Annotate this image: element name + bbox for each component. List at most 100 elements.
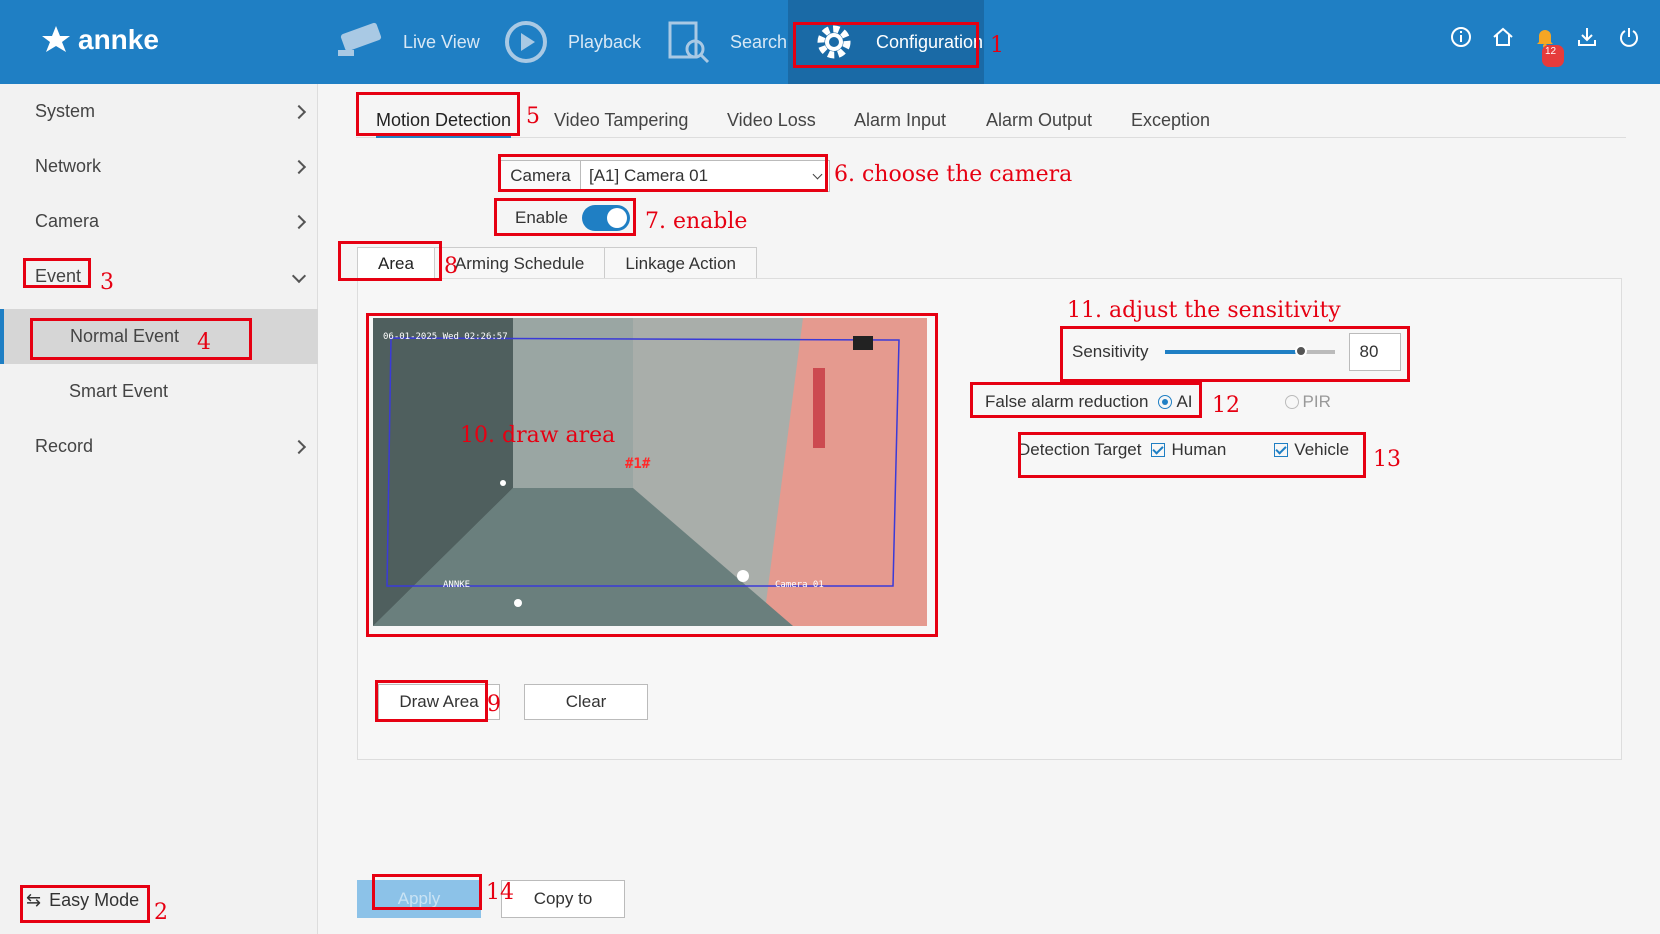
annotation-step-9: 9: [487, 692, 501, 717]
radio-selected-icon: [1158, 395, 1173, 409]
notification-badge: 12: [1542, 45, 1564, 67]
easy-mode-label: Easy Mode: [49, 890, 140, 910]
camera-select-value: [A1] Camera 01: [589, 166, 709, 185]
search-doc-icon: [660, 14, 716, 70]
header-actions: 12: [1450, 26, 1640, 67]
annotation-step-13: 13: [1373, 447, 1401, 472]
sidebar-item-normal-event[interactable]: Normal Event: [0, 309, 318, 364]
camera-preview[interactable]: 06-01-2025 Wed 02:26:57 ANNKE Camera 01 …: [373, 318, 927, 626]
apply-button[interactable]: Apply: [357, 880, 481, 918]
clear-button[interactable]: Clear: [524, 684, 648, 720]
sidebar-item-smart-event[interactable]: Smart Event: [0, 364, 318, 419]
chevron-down-icon: [812, 169, 823, 180]
option-ai-label: AI: [1176, 392, 1193, 411]
sidebar-item-record[interactable]: Record: [0, 419, 318, 474]
nav-playback[interactable]: Playback: [498, 0, 641, 84]
event-tabs: Motion Detection Video Tampering Video L…: [356, 104, 1626, 138]
detection-subtabs: Area Arming Schedule Linkage Action: [357, 247, 757, 279]
annke-logo-icon: [42, 26, 70, 52]
camera-select[interactable]: [A1] Camera 01: [580, 160, 830, 192]
sidebar: System Network Camera Event Normal Event…: [0, 84, 318, 934]
checkbox-human-label: Human: [1171, 440, 1227, 459]
subtab-linkage-action[interactable]: Linkage Action: [604, 247, 757, 279]
checkbox-vehicle[interactable]: Vehicle: [1274, 440, 1349, 460]
subtab-arming-schedule[interactable]: Arming Schedule: [433, 247, 606, 279]
sidebar-item-system[interactable]: System: [0, 84, 318, 139]
osd-brand: ANNKE: [443, 580, 471, 590]
nav-live-view[interactable]: Live View: [333, 0, 480, 84]
chevron-right-icon: [291, 104, 307, 119]
sidebar-item-network[interactable]: Network: [0, 139, 318, 194]
enable-row: Enable: [515, 205, 630, 231]
sensitivity-row: Sensitivity 80: [1072, 333, 1401, 371]
home-icon[interactable]: [1492, 26, 1514, 48]
sensitivity-slider[interactable]: [1164, 345, 1335, 357]
annotation-step-6: 6. choose the camera: [834, 162, 1073, 187]
sidebar-item-event[interactable]: Event: [0, 249, 318, 304]
nav-search[interactable]: Search: [660, 0, 787, 84]
info-icon[interactable]: [1450, 26, 1472, 48]
nav-configuration[interactable]: Configuration: [788, 0, 984, 84]
false-alarm-label: False alarm reduction: [985, 392, 1149, 411]
sidebar-item-label: Normal Event: [70, 326, 180, 346]
area-label: #1#: [625, 456, 651, 472]
annotation-step-7: 7. enable: [645, 209, 748, 234]
tab-alarm-input[interactable]: Alarm Input: [854, 110, 946, 131]
enable-toggle[interactable]: [581, 205, 630, 231]
easy-mode-button[interactable]: ⇆ Easy Mode: [26, 890, 139, 911]
sidebar-item-label: Network: [35, 156, 102, 176]
annotation-step-3: 3: [100, 270, 114, 295]
brand-name: annke: [78, 24, 159, 55]
annotation-step-1: 1: [990, 33, 1004, 58]
swap-icon: ⇆: [26, 890, 42, 910]
annotation-step-4: 4: [197, 330, 211, 355]
radio-unselected-icon: [1284, 395, 1299, 409]
checkbox-human[interactable]: Human: [1151, 440, 1226, 460]
detection-target-row: Detection Target Human Vehicle: [1018, 440, 1349, 460]
sidebar-item-label: Camera: [35, 211, 100, 231]
chevron-right-icon: [291, 159, 307, 174]
copy-to-button[interactable]: Copy to: [501, 880, 625, 918]
sidebar-item-camera[interactable]: Camera: [0, 194, 318, 249]
nav-configuration-label: Configuration: [876, 31, 984, 52]
osd-timestamp: 06-01-2025 Wed 02:26:57: [383, 332, 508, 342]
checkbox-checked-icon: [1274, 443, 1289, 457]
camera-row: Camera [A1] Camera 01: [500, 160, 830, 192]
annotation-step-8: 8: [444, 254, 458, 279]
tab-video-tampering[interactable]: Video Tampering: [554, 110, 688, 131]
chevron-right-icon: [291, 214, 307, 229]
sensitivity-label: Sensitivity: [1072, 342, 1149, 361]
annotation-step-14: 14: [486, 880, 514, 905]
play-icon: [498, 14, 554, 70]
tab-motion-detection[interactable]: Motion Detection: [376, 110, 512, 138]
checkbox-checked-icon: [1151, 443, 1166, 457]
chevron-down-icon: [291, 268, 307, 284]
subtab-area[interactable]: Area: [357, 247, 435, 279]
annotation-step-5: 5: [526, 104, 540, 129]
download-icon[interactable]: [1576, 26, 1598, 48]
bell-icon[interactable]: 12: [1534, 26, 1564, 67]
camera-icon: [333, 14, 389, 70]
sidebar-item-label: Smart Event: [69, 381, 169, 401]
sensitivity-handle[interactable]: [1294, 345, 1307, 357]
draw-area-button[interactable]: Draw Area: [378, 684, 500, 720]
osd-camera-name: Camera 01: [775, 580, 824, 590]
option-pir-label: PIR: [1302, 392, 1331, 411]
false-alarm-row: False alarm reduction AI PIR: [985, 392, 1331, 412]
brand-logo: annke: [38, 22, 159, 58]
gear-icon: [806, 14, 862, 70]
top-bar: annke Live View Playback Search Configur…: [0, 0, 1660, 84]
option-pir[interactable]: PIR: [1284, 392, 1331, 412]
camera-label: Camera: [500, 160, 580, 192]
nav-search-label: Search: [730, 31, 788, 52]
sidebar-item-label: Event: [35, 266, 82, 286]
tab-video-loss[interactable]: Video Loss: [727, 110, 816, 131]
sensitivity-value-input[interactable]: 80: [1348, 333, 1401, 371]
tab-exception[interactable]: Exception: [1131, 110, 1210, 131]
power-icon[interactable]: [1618, 26, 1640, 48]
chevron-right-icon: [291, 439, 307, 454]
option-ai[interactable]: AI: [1158, 392, 1193, 412]
annotation-step-12: 12: [1212, 393, 1240, 418]
tab-alarm-output[interactable]: Alarm Output: [986, 110, 1092, 131]
sensitivity-fill: [1164, 350, 1301, 354]
